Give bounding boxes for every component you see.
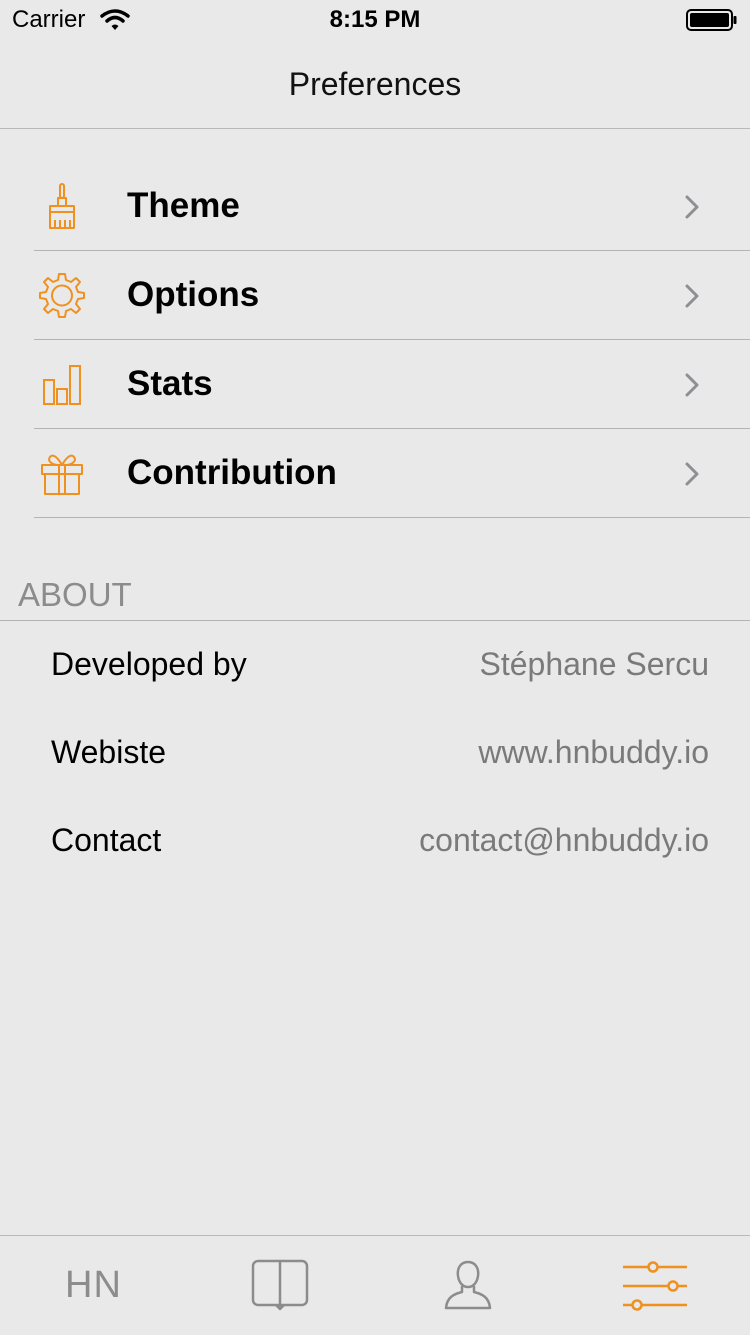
preferences-menu: Theme Options Stats Contribution (0, 162, 750, 518)
bar-chart-icon (43, 365, 81, 405)
tab-reading[interactable] (187, 1236, 374, 1335)
navigation-bar: Preferences (0, 40, 750, 129)
status-bar: Carrier 8:15 PM (0, 0, 750, 40)
menu-item-label: Contribution (127, 453, 337, 492)
tab-preferences[interactable] (561, 1236, 748, 1335)
battery-icon (686, 9, 737, 31)
tab-profile[interactable] (374, 1236, 561, 1335)
about-row-contact[interactable]: Contact contact@hnbuddy.io (0, 797, 750, 885)
paint-brush-icon (49, 183, 75, 229)
website-link[interactable]: www.hnbuddy.io (478, 734, 709, 771)
about-section-header: ABOUT (18, 576, 132, 613)
menu-item-label: Stats (127, 364, 213, 403)
book-icon (251, 1259, 309, 1311)
hn-text-icon: HN (65, 1264, 122, 1306)
chevron-right-icon (685, 373, 699, 397)
status-time: 8:15 PM (329, 6, 421, 33)
about-list: Developed by Stéphane Sercu Webiste www.… (0, 621, 750, 885)
menu-item-contribution[interactable]: Contribution (34, 429, 750, 518)
menu-item-label: Options (127, 275, 260, 314)
menu-item-options[interactable]: Options (34, 251, 750, 340)
page-title: Preferences (288, 66, 462, 102)
chevron-right-icon (685, 195, 699, 219)
about-row-website[interactable]: Webiste www.hnbuddy.io (0, 709, 750, 797)
chevron-right-icon (685, 284, 699, 308)
about-key: Contact (51, 822, 162, 858)
about-row-developer: Developed by Stéphane Sercu (0, 621, 750, 709)
menu-item-theme[interactable]: Theme (34, 162, 750, 251)
menu-item-label: Theme (127, 186, 240, 225)
about-key: Developed by (51, 646, 247, 682)
tab-hn[interactable]: HN (0, 1236, 187, 1335)
about-value: Stéphane Sercu (479, 646, 710, 682)
contact-email-link[interactable]: contact@hnbuddy.io (419, 822, 709, 859)
about-key: Webiste (51, 734, 167, 770)
tab-bar: HN (0, 1235, 750, 1335)
chevron-right-icon (685, 462, 699, 486)
gear-icon (39, 273, 85, 318)
menu-item-stats[interactable]: Stats (34, 340, 750, 429)
sliders-icon (623, 1261, 687, 1311)
gift-icon (41, 454, 83, 495)
person-icon (444, 1260, 492, 1310)
